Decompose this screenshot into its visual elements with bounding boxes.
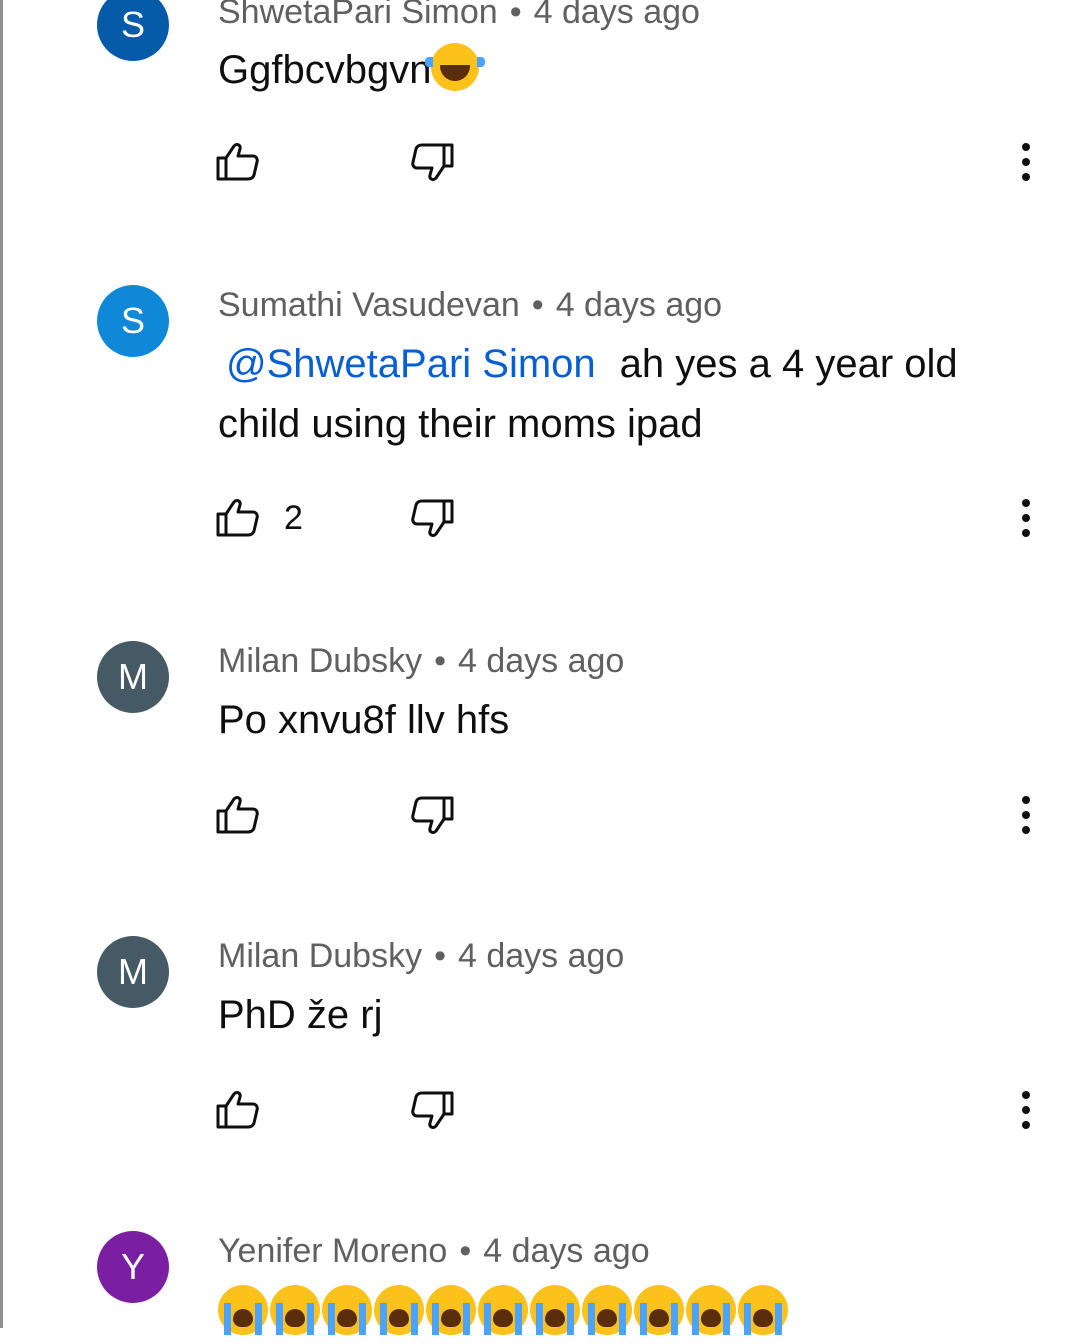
- comment-author[interactable]: Sumathi Vasudevan: [218, 286, 520, 324]
- laughing-emoji-icon: [425, 43, 486, 91]
- comment-meta: Sumathi Vasudevan • 4 days ago: [218, 285, 722, 325]
- dislike-button[interactable]: [410, 132, 454, 192]
- more-vert-icon: [1022, 499, 1030, 537]
- more-vert-icon: [1022, 1091, 1030, 1129]
- avatar-initial: M: [118, 656, 148, 697]
- more-options-button[interactable]: [1008, 488, 1044, 548]
- avatar-initial: S: [120, 300, 145, 341]
- comment-text: [218, 1284, 1018, 1344]
- thumbs-up-icon: [216, 499, 259, 537]
- more-vert-icon: [1022, 143, 1030, 181]
- comment-text-content: Po xnvu8f llv hfs: [218, 698, 510, 742]
- comment-text: @ShwetaPari Simon ah yes a 4 year old chi…: [218, 334, 1018, 454]
- dislike-button[interactable]: [410, 785, 454, 845]
- thumbs-up-icon: [216, 1091, 259, 1129]
- comment-time: 4 days ago: [533, 0, 700, 31]
- comment-text: PhD že rj: [218, 985, 1018, 1045]
- thumbs-up-icon: [216, 796, 259, 834]
- dislike-button[interactable]: [410, 1080, 454, 1140]
- thumbs-down-icon: [411, 796, 454, 834]
- comment-meta: Milan Dubsky • 4 days ago: [218, 936, 624, 976]
- comment-author[interactable]: Milan Dubsky: [218, 937, 422, 975]
- comment-time: 4 days ago: [457, 937, 625, 975]
- avatar[interactable]: S: [97, 0, 169, 61]
- comment-time: 4 days ago: [457, 642, 625, 680]
- meta-separator: •: [531, 286, 544, 324]
- comment-actions: [0, 1080, 1080, 1140]
- avatar[interactable]: M: [97, 641, 169, 713]
- thumbs-down-icon: [411, 1091, 454, 1129]
- comment-time: 4 days ago: [483, 1232, 650, 1270]
- comment-text-content: Ggfbcvbgvn: [218, 48, 432, 92]
- more-options-button[interactable]: [1008, 1080, 1044, 1140]
- avatar-initial: Y: [120, 1246, 145, 1287]
- thumbs-down-icon: [411, 143, 454, 181]
- comment-text-content: PhD že rj: [218, 993, 383, 1037]
- avatar[interactable]: Y: [97, 1231, 169, 1303]
- comment-text: Ggfbcvbgvn: [218, 40, 1018, 100]
- like-button[interactable]: [216, 132, 260, 192]
- like-button[interactable]: [216, 785, 260, 845]
- comment-meta: ShwetaPari Simon • 4 days ago: [218, 0, 700, 32]
- dislike-button[interactable]: [410, 488, 454, 548]
- more-options-button[interactable]: [1008, 132, 1044, 192]
- comment-meta: Milan Dubsky • 4 days ago: [218, 641, 624, 681]
- like-button[interactable]: [216, 1080, 260, 1140]
- thumbs-up-icon: [216, 143, 259, 181]
- like-button[interactable]: 2: [216, 488, 303, 548]
- comment-actions: [0, 785, 1080, 845]
- comment-actions: [0, 132, 1080, 192]
- meta-separator: •: [509, 0, 522, 31]
- meta-separator: •: [434, 642, 446, 680]
- avatar-initial: M: [118, 951, 148, 992]
- more-vert-icon: [1022, 796, 1030, 834]
- like-count: 2: [284, 498, 303, 537]
- avatar[interactable]: M: [97, 936, 169, 1008]
- avatar-initial: S: [120, 4, 145, 45]
- meta-separator: •: [459, 1232, 472, 1270]
- comment-time: 4 days ago: [555, 286, 723, 324]
- mention-link[interactable]: @ShwetaPari Simon: [226, 342, 596, 386]
- comment-text: Po xnvu8f llv hfs: [218, 690, 1018, 750]
- comment-author[interactable]: ShwetaPari Simon: [218, 0, 498, 31]
- comment-actions: 2: [0, 488, 1080, 548]
- comment-meta: Yenifer Moreno • 4 days ago: [218, 1231, 650, 1271]
- more-options-button[interactable]: [1008, 785, 1044, 845]
- comment-author[interactable]: Yenifer Moreno: [218, 1232, 447, 1270]
- thumbs-down-icon: [411, 499, 454, 537]
- comment-author[interactable]: Milan Dubsky: [218, 642, 422, 680]
- meta-separator: •: [434, 937, 446, 975]
- avatar[interactable]: S: [97, 285, 169, 357]
